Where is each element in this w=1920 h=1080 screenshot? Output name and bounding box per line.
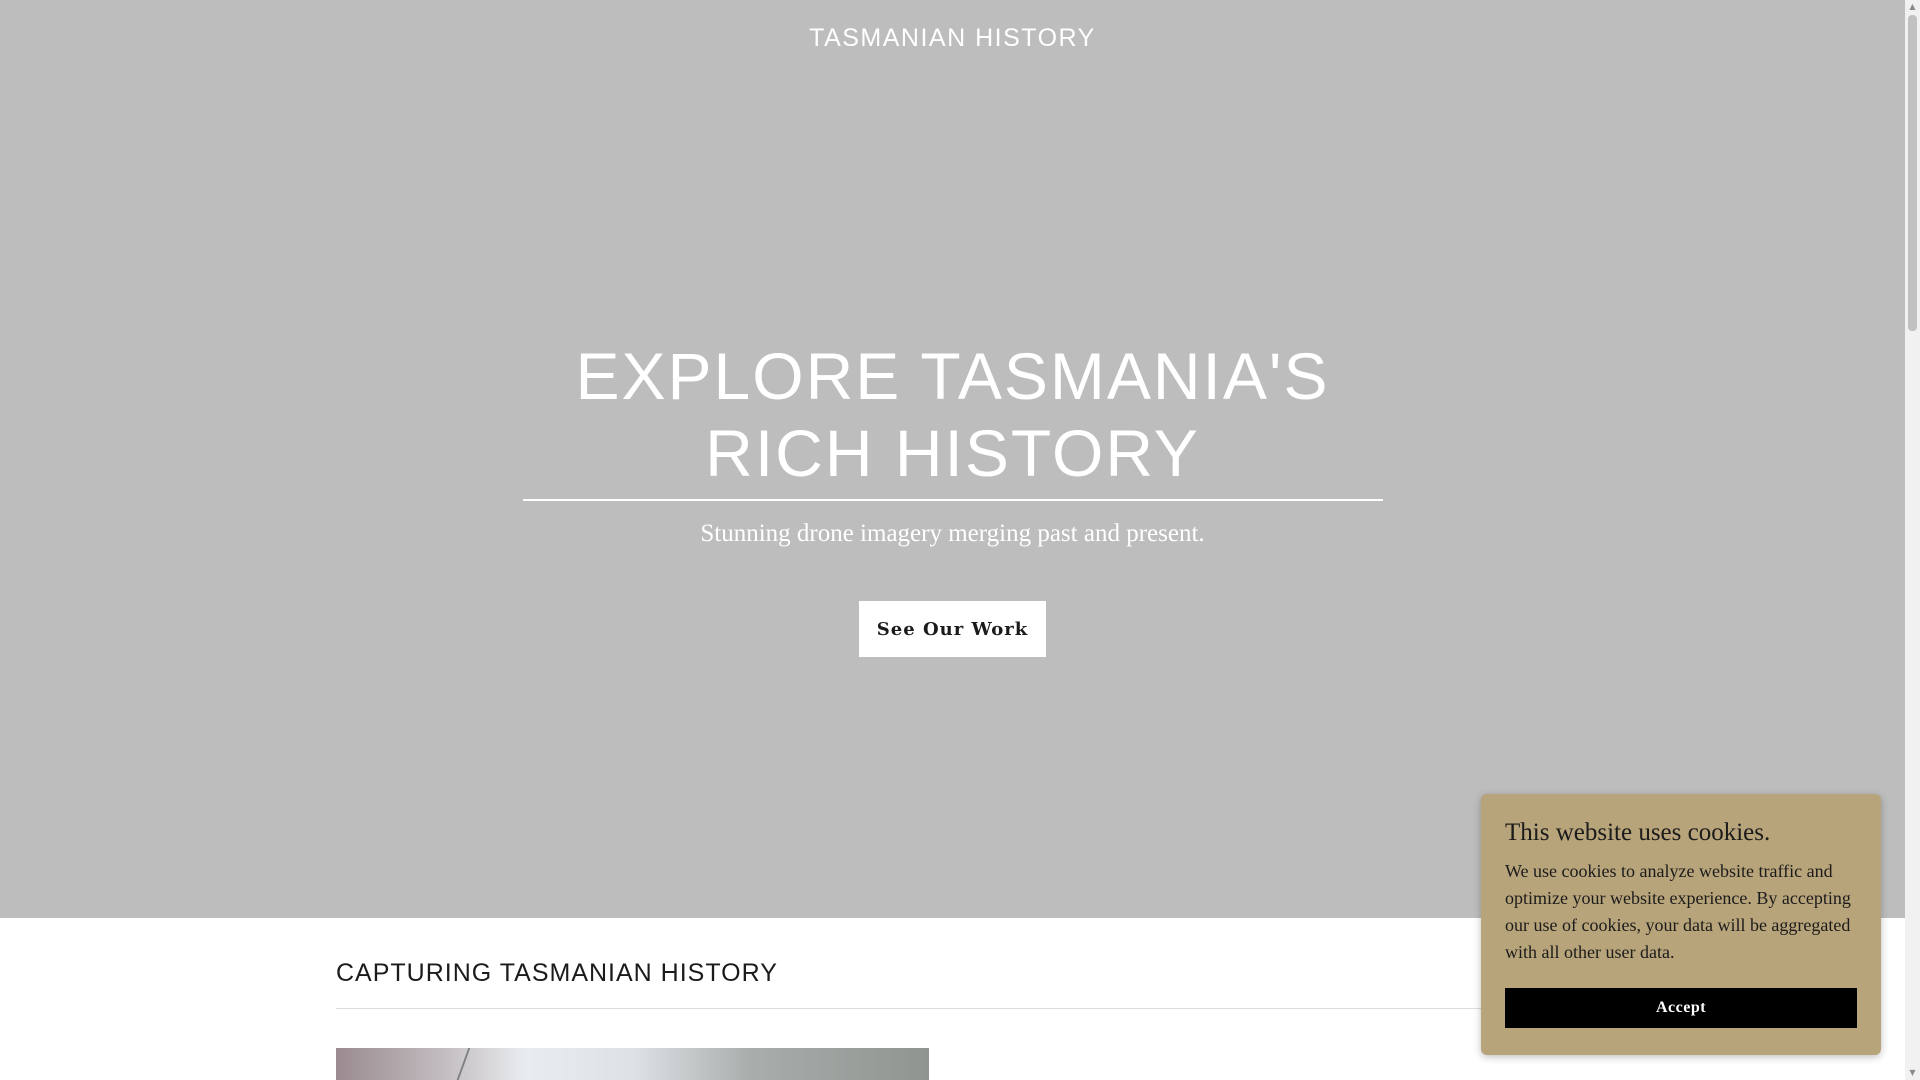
section-heading: CAPTURING TASMANIAN HISTORY [336,959,778,987]
cookie-banner-title: This website uses cookies. [1505,819,1771,846]
gallery-image-detail [453,1048,471,1080]
cookie-banner-text: We use cookies to analyze website traffi… [1505,861,1851,962]
section-divider [336,1008,1568,1009]
hero-heading: EXPLORE TASMANIA'S RICH HISTORY [0,338,1905,492]
site-title-link[interactable]: TASMANIAN HISTORY [0,24,1905,53]
gallery-image[interactable] [336,1048,929,1080]
hero-divider [523,499,1383,501]
hero-subtitle: Stunning drone imagery merging past and … [700,520,1205,547]
vertical-scrollbar[interactable]: ▲ ▼ [1905,0,1920,1080]
scrollbar-thumb[interactable] [1908,15,1917,331]
hero-heading-line-1: EXPLORE TASMANIA'S [575,339,1330,413]
accept-cookies-button[interactable]: Accept [1505,988,1857,1028]
see-our-work-button[interactable]: See Our Work [859,601,1046,657]
hero-section: TASMANIAN HISTORY EXPLORE TASMANIA'S RIC… [0,0,1905,918]
cookie-banner: This website uses cookies. We use cookie… [1481,794,1881,1055]
scroll-up-arrow-icon[interactable]: ▲ [1908,2,1917,11]
scroll-down-arrow-icon[interactable]: ▼ [1908,1068,1917,1077]
hero-heading-line-2: RICH HISTORY [705,416,1200,490]
